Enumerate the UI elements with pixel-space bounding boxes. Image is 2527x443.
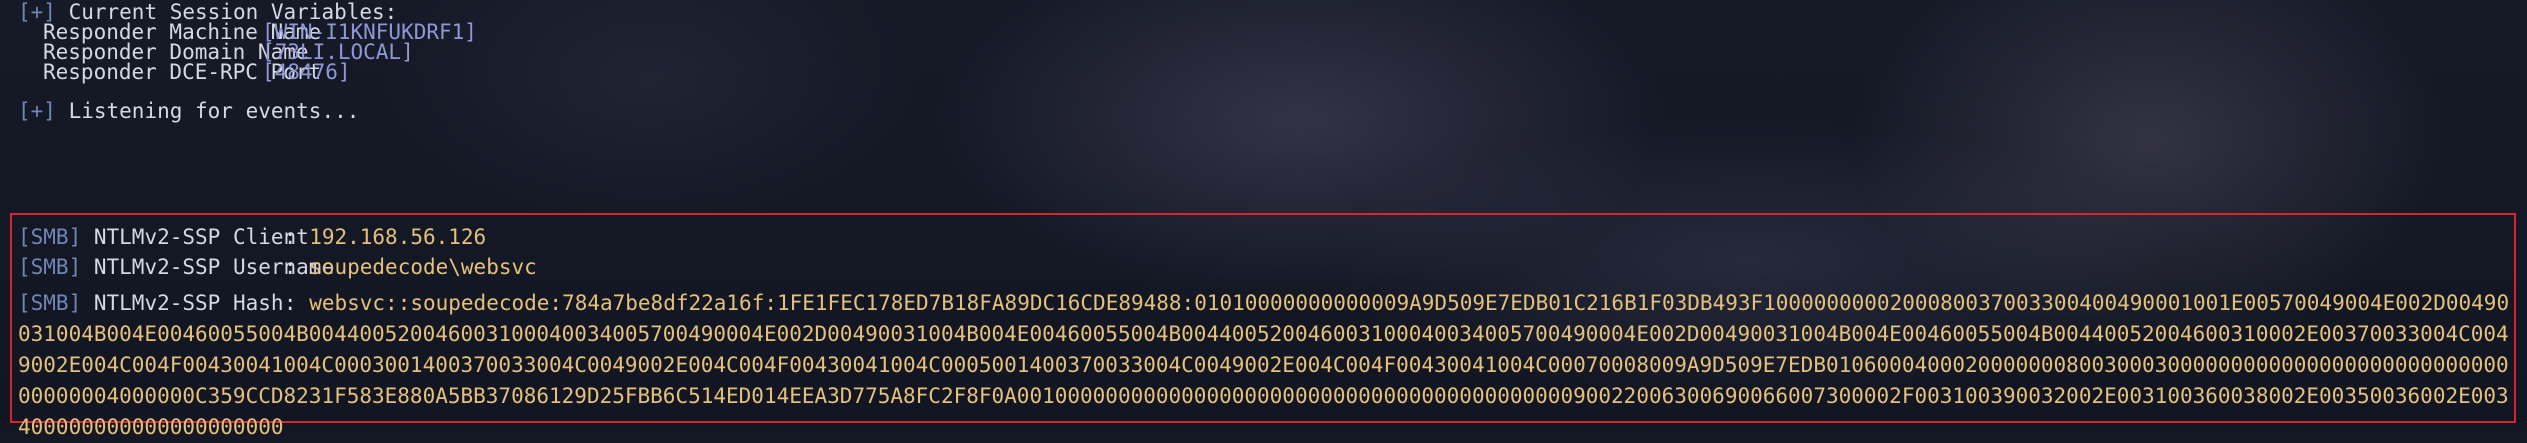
listening-line: [+] Listening for events...	[18, 96, 359, 126]
listening-text: Listening for events...	[68, 99, 360, 123]
session-var-label: Responder DCE-RPC Port	[43, 60, 322, 84]
listening-tag: [+]	[18, 99, 56, 123]
terminal-output: [+] Current Session Variables: Responder…	[0, 0, 2527, 439]
capture-separator: :	[283, 255, 297, 279]
ntlmv2-hash-value[interactable]: websvc::soupedecode:784a7be8df22a16f:1FE…	[18, 291, 2509, 439]
capture-tag: [SMB]	[18, 255, 82, 279]
username-value: soupedecode\websvc	[309, 255, 537, 279]
capture-label: NTLMv2-SSP Hash	[93, 291, 284, 315]
capture-separator: :	[283, 225, 297, 249]
client-ip-value: 192.168.56.126	[309, 225, 487, 249]
session-var-value: [48476]	[262, 60, 351, 84]
capture-label: NTLMv2-SSP Client	[93, 225, 309, 249]
capture-label: NTLMv2-SSP Username	[93, 255, 335, 279]
capture-tag: [SMB]	[18, 225, 82, 249]
capture-line-username: [SMB] NTLMv2-SSP Username: soupedecode\w…	[18, 252, 537, 282]
capture-separator: :	[283, 291, 297, 315]
capture-line-hash: [SMB] NTLMv2-SSP Hash: websvc::soupedeco…	[18, 288, 2513, 443]
capture-tag: [SMB]	[18, 291, 82, 315]
session-var-row: Responder DCE-RPC Port[48476]	[43, 57, 351, 87]
capture-line-client: [SMB] NTLMv2-SSP Client: 192.168.56.126	[18, 222, 486, 252]
